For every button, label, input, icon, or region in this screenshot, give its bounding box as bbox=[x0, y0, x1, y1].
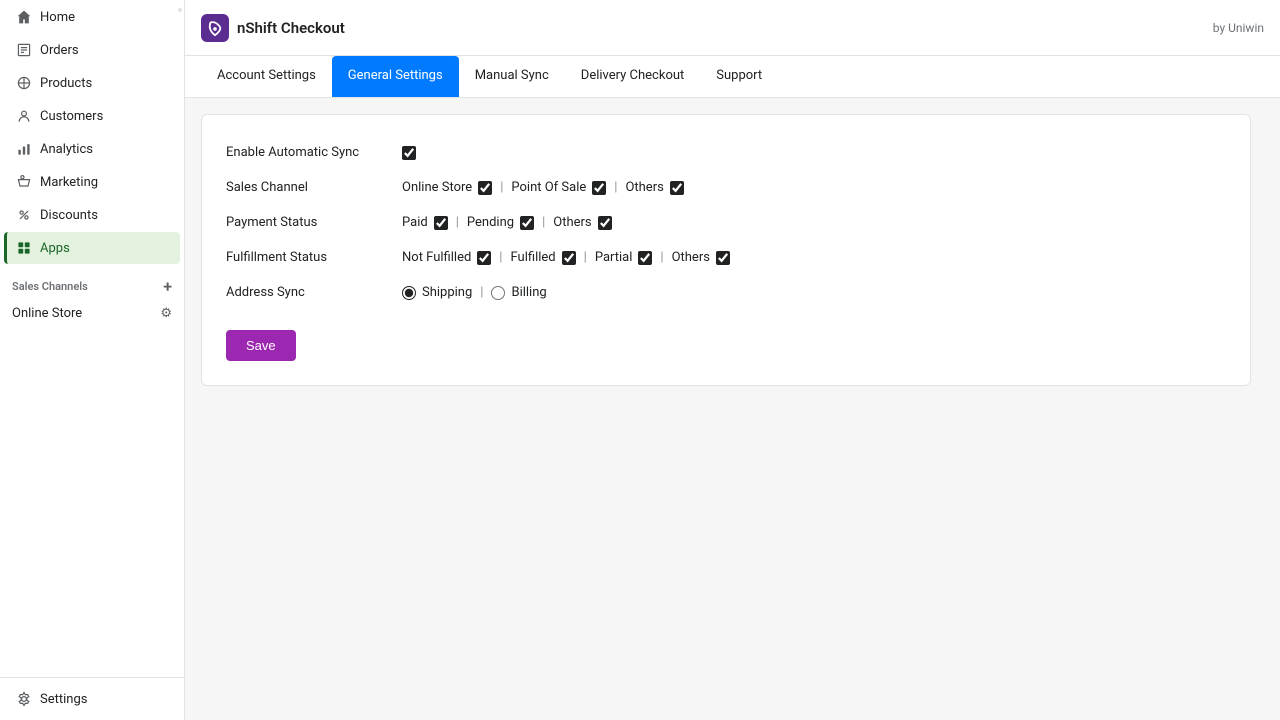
payment-others-label: Others bbox=[553, 215, 591, 230]
sales-channel-controls: Online Store | Point Of Sale | Others bbox=[402, 180, 684, 195]
payment-status-row: Payment Status Paid | Pending | Others bbox=[226, 205, 1226, 240]
point-of-sale-label: Point Of Sale bbox=[511, 180, 586, 195]
tabs-bar: Account Settings General Settings Manual… bbox=[185, 56, 1280, 98]
home-icon bbox=[16, 9, 32, 25]
sidebar-item-discounts[interactable]: Discounts bbox=[4, 199, 180, 231]
add-sales-channel-icon[interactable]: + bbox=[163, 277, 172, 296]
settings-card: Enable Automatic Sync Sales Channel Onli… bbox=[201, 114, 1251, 386]
settings-inline-icon: ⚙ bbox=[160, 306, 172, 321]
separator-8: | bbox=[480, 285, 483, 300]
pending-label: Pending bbox=[467, 215, 514, 230]
separator-5: | bbox=[499, 250, 502, 265]
payment-status-controls: Paid | Pending | Others bbox=[402, 215, 612, 230]
orders-icon bbox=[16, 42, 32, 58]
online-store-label: Online Store bbox=[402, 180, 472, 195]
separator-2: | bbox=[614, 180, 617, 195]
enable-auto-sync-row: Enable Automatic Sync bbox=[226, 135, 1226, 170]
pending-checkbox[interactable] bbox=[520, 216, 534, 230]
content-area: Enable Automatic Sync Sales Channel Onli… bbox=[185, 98, 1280, 720]
separator-3: | bbox=[456, 215, 459, 230]
customers-icon bbox=[16, 108, 32, 124]
billing-radio[interactable] bbox=[491, 286, 505, 300]
sidebar-nav: Home Orders Products Customers Analytics bbox=[0, 0, 184, 265]
sidebar-item-orders[interactable]: Orders bbox=[4, 34, 180, 66]
fulfillment-others-label: Others bbox=[672, 250, 710, 265]
not-fulfilled-checkbox[interactable] bbox=[477, 251, 491, 265]
partial-label: Partial bbox=[595, 250, 633, 265]
sales-channel-label: Sales Channel bbox=[226, 180, 386, 195]
by-label: by Uniwin bbox=[1213, 21, 1264, 35]
billing-label: Billing bbox=[511, 285, 546, 300]
products-icon bbox=[16, 75, 32, 91]
paid-label: Paid bbox=[402, 215, 428, 230]
enable-auto-sync-label: Enable Automatic Sync bbox=[226, 145, 386, 160]
sidebar-item-settings[interactable]: Settings bbox=[4, 683, 180, 715]
brand-name: nShift Checkout bbox=[237, 19, 345, 37]
sidebar-item-analytics[interactable]: Analytics bbox=[4, 133, 180, 165]
point-of-sale-checkbox[interactable] bbox=[592, 181, 606, 195]
tab-general-settings[interactable]: General Settings bbox=[332, 56, 459, 97]
not-fulfilled-label: Not Fulfilled bbox=[402, 250, 471, 265]
shipping-label: Shipping bbox=[422, 285, 472, 300]
address-sync-label: Address Sync bbox=[226, 285, 386, 300]
main-content: nShift Checkout by Uniwin Account Settin… bbox=[185, 0, 1280, 720]
online-store-checkbox[interactable] bbox=[478, 181, 492, 195]
brand-logo bbox=[201, 14, 229, 42]
settings-icon bbox=[16, 691, 32, 707]
sales-channel-online-store[interactable]: Online Store ⚙ bbox=[0, 300, 184, 327]
save-button[interactable]: Save bbox=[226, 330, 296, 361]
enable-auto-sync-checkbox[interactable] bbox=[402, 146, 416, 160]
sidebar-item-products[interactable]: Products bbox=[4, 67, 180, 99]
sales-others-checkbox[interactable] bbox=[670, 181, 684, 195]
address-sync-row: Address Sync Shipping | Billing bbox=[226, 275, 1226, 310]
shipping-radio[interactable] bbox=[402, 286, 416, 300]
sidebar: Home Orders Products Customers Analytics bbox=[0, 0, 185, 720]
sales-channel-row: Sales Channel Online Store | Point Of Sa… bbox=[226, 170, 1226, 205]
tab-account-settings[interactable]: Account Settings bbox=[201, 56, 332, 97]
separator-1: | bbox=[500, 180, 503, 195]
tab-support[interactable]: Support bbox=[700, 56, 778, 97]
fulfilled-label: Fulfilled bbox=[510, 250, 555, 265]
fulfilled-checkbox[interactable] bbox=[562, 251, 576, 265]
separator-6: | bbox=[584, 250, 587, 265]
sales-others-label: Others bbox=[625, 180, 663, 195]
marketing-icon bbox=[16, 174, 32, 190]
payment-others-checkbox[interactable] bbox=[598, 216, 612, 230]
fulfillment-status-label: Fulfillment Status bbox=[226, 250, 386, 265]
enable-auto-sync-controls bbox=[402, 146, 416, 160]
fulfillment-others-checkbox[interactable] bbox=[716, 251, 730, 265]
sidebar-item-apps[interactable]: Apps bbox=[4, 232, 180, 264]
topbar: nShift Checkout by Uniwin bbox=[185, 0, 1280, 56]
apps-icon bbox=[16, 240, 32, 256]
analytics-icon bbox=[16, 141, 32, 157]
fulfillment-status-row: Fulfillment Status Not Fulfilled | Fulfi… bbox=[226, 240, 1226, 275]
fulfillment-status-controls: Not Fulfilled | Fulfilled | Partial | Ot… bbox=[402, 250, 730, 265]
sidebar-item-home[interactable]: Home bbox=[4, 1, 180, 33]
app-brand: nShift Checkout bbox=[201, 14, 345, 42]
sales-channels-section: Sales channels + bbox=[0, 265, 184, 300]
tab-delivery-checkout[interactable]: Delivery Checkout bbox=[565, 56, 701, 97]
separator-7: | bbox=[660, 250, 663, 265]
separator-4: | bbox=[542, 215, 545, 230]
tab-manual-sync[interactable]: Manual Sync bbox=[459, 56, 565, 97]
address-sync-controls: Shipping | Billing bbox=[402, 285, 547, 300]
partial-checkbox[interactable] bbox=[638, 251, 652, 265]
sidebar-item-customers[interactable]: Customers bbox=[4, 100, 180, 132]
discounts-icon bbox=[16, 207, 32, 223]
sidebar-bottom: Settings bbox=[0, 677, 184, 720]
sidebar-item-marketing[interactable]: Marketing bbox=[4, 166, 180, 198]
paid-checkbox[interactable] bbox=[434, 216, 448, 230]
payment-status-label: Payment Status bbox=[226, 215, 386, 230]
